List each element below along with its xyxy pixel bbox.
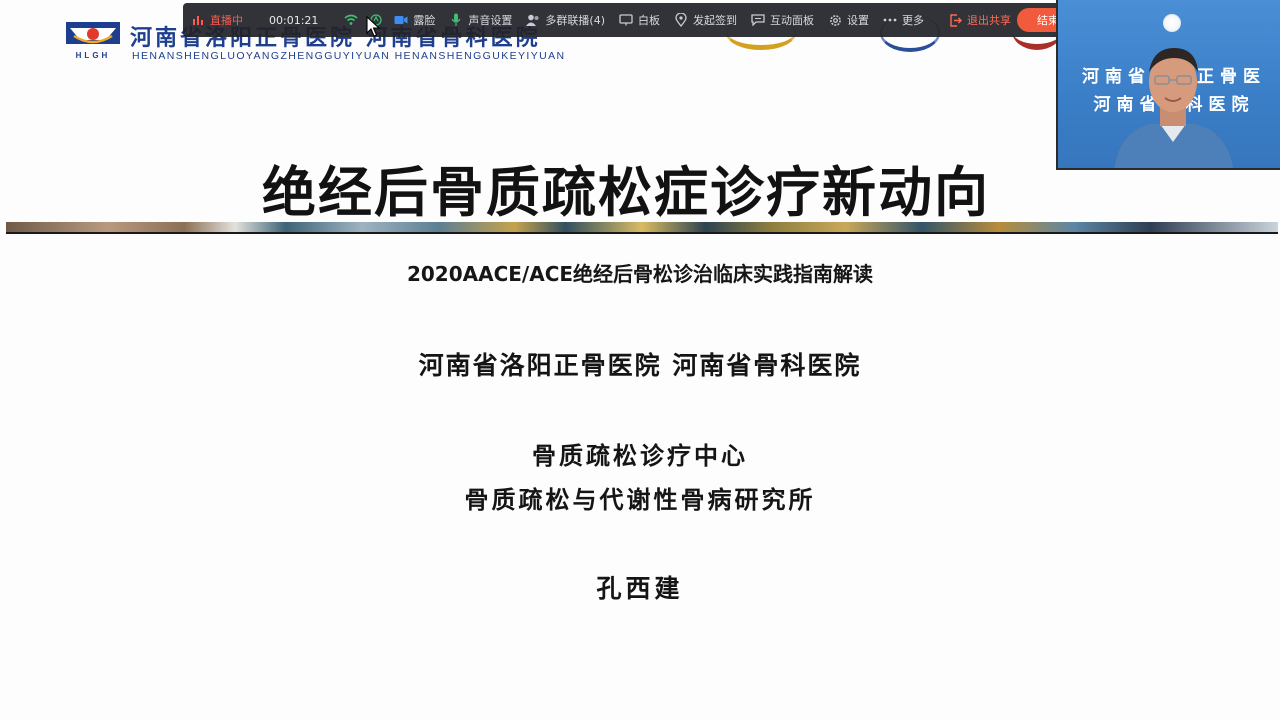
meeting-toolbar: 直播中 00:01:21 露脸 声音设置 多群联播(4) 白板 发起签到 互动面…	[183, 3, 1079, 37]
interaction-panel-button[interactable]: 互动面板	[751, 3, 814, 37]
exit-icon	[948, 13, 962, 27]
multi-group-label: 多群联播(4)	[545, 14, 605, 27]
whiteboard-button[interactable]: 白板	[619, 3, 660, 37]
live-bars-icon	[191, 13, 205, 27]
checkin-button[interactable]: 发起签到	[674, 3, 737, 37]
settings-button[interactable]: 设置	[828, 3, 869, 37]
multi-group-broadcast-button[interactable]: 多群联播(4)	[526, 3, 605, 37]
mouse-cursor-icon	[366, 16, 380, 37]
presenter-video[interactable]: 河南省洛阳正骨医 河南省骨科医院	[1056, 0, 1280, 170]
presenter-figure	[1114, 48, 1234, 168]
settings-label: 设置	[847, 14, 869, 27]
camera-icon	[394, 13, 408, 27]
elapsed-time: 00:01:21	[269, 13, 319, 27]
people-icon	[526, 13, 540, 27]
more-label: 更多	[902, 14, 924, 27]
slide-subtitle: 2020AACE/ACE绝经后骨松诊治临床实践指南解读	[406, 262, 874, 286]
research-institute: 骨质疏松与代谢性骨病研究所	[464, 485, 816, 514]
hospital-names: 河南省洛阳正骨医院 河南省骨科医院	[418, 351, 862, 380]
audio-settings-label: 声音设置	[468, 14, 513, 27]
hospital-emblem-icon: HLGH	[66, 22, 120, 60]
chat-panel-icon	[751, 13, 765, 27]
author-name: 孔西建	[596, 574, 684, 603]
wifi-icon	[344, 13, 358, 27]
timer-display: 00:01:21	[269, 3, 330, 37]
gear-icon	[828, 13, 842, 27]
microphone-icon	[449, 13, 463, 27]
logo-name-pinyin: HENANSHENGLUOYANGZHENGGUYIYUAN HENANSHEN…	[132, 50, 566, 62]
exit-share-button[interactable]: 退出共享	[948, 3, 1011, 37]
interaction-panel-label: 互动面板	[770, 14, 814, 27]
location-pin-icon	[674, 13, 688, 27]
network-status[interactable]	[344, 3, 363, 37]
camera-button[interactable]: 露脸	[394, 3, 435, 37]
checkin-label: 发起签到	[693, 14, 737, 27]
whiteboard-label: 白板	[638, 14, 660, 27]
audio-settings-button[interactable]: 声音设置	[449, 3, 512, 37]
more-dots-icon	[883, 13, 897, 27]
whiteboard-icon	[619, 13, 633, 27]
department-center: 骨质疏松诊疗中心	[532, 441, 748, 470]
camera-label: 露脸	[413, 14, 436, 27]
live-label: 直播中	[210, 14, 243, 27]
live-status[interactable]: 直播中	[191, 3, 255, 37]
divider-line	[6, 232, 1278, 234]
logo-letters: HLGH	[76, 51, 111, 60]
ceiling-light	[1163, 14, 1181, 32]
more-button[interactable]: 更多	[883, 3, 924, 37]
exit-share-label: 退出共享	[967, 14, 1011, 27]
